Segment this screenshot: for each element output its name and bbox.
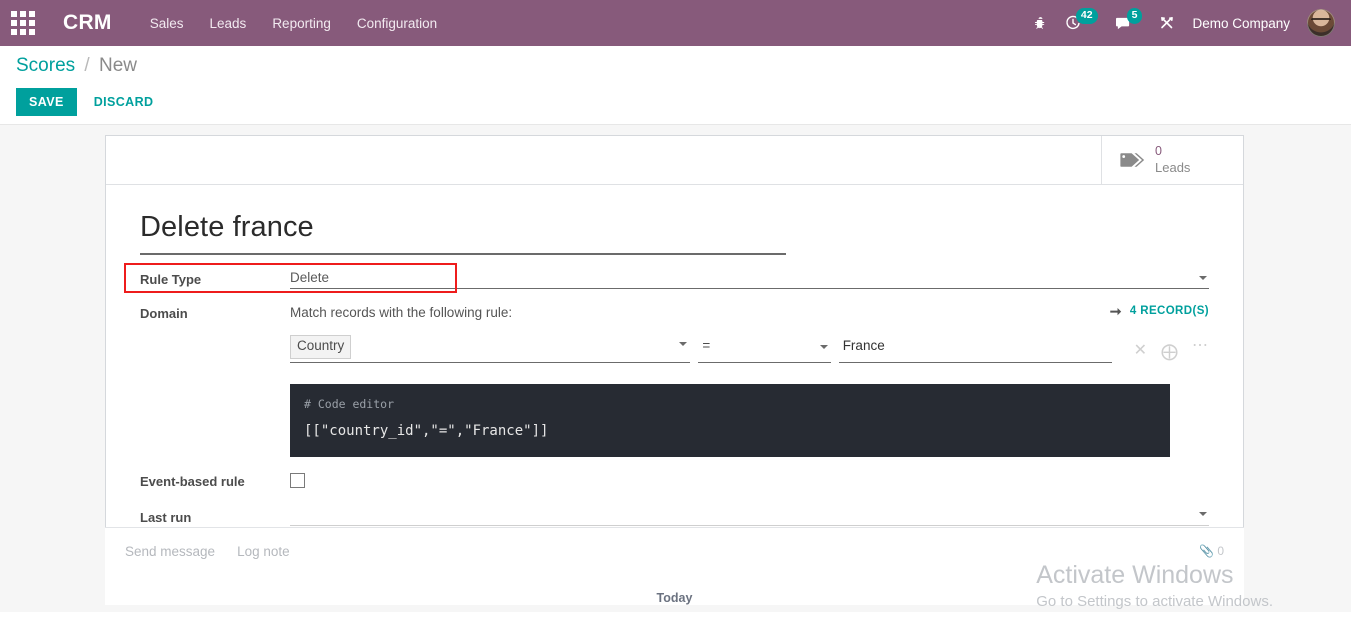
domain-record-count-link[interactable]: ➞ 4 RECORD(S) <box>1110 302 1209 318</box>
activities-count-badge: 42 <box>1075 7 1098 25</box>
domain-operator-select[interactable]: = <box>698 337 831 363</box>
apps-grid-icon <box>11 11 35 35</box>
chevron-down-icon <box>679 341 688 346</box>
top-navbar: CRM Sales Leads Reporting Configuration … <box>0 0 1351 46</box>
tag-icon <box>1120 151 1146 169</box>
field-label-rule-type: Rule Type <box>140 271 202 287</box>
domain-record-count-label: 4 RECORD(S) <box>1129 304 1209 317</box>
company-switcher[interactable]: Demo Company <box>1192 16 1290 31</box>
breadcrumb-item-scores[interactable]: Scores <box>16 55 75 76</box>
record-title[interactable]: Delete france <box>140 211 786 255</box>
menu-item-reporting[interactable]: Reporting <box>272 16 331 31</box>
domain-condition-actions: ✕ ⨁ ⋯ <box>1120 338 1209 363</box>
domain-field-select[interactable]: Country <box>290 334 691 363</box>
attachment-count: 0 <box>1217 543 1224 558</box>
stat-button-box: 0 Leads <box>106 135 1243 185</box>
navbar-right-tools: 42 5 Demo Company <box>1033 7 1341 37</box>
breadcrumb-separator: / <box>84 55 90 76</box>
app-brand-crm[interactable]: CRM <box>63 11 112 35</box>
field-label-last-run: Last run <box>140 509 192 525</box>
domain-operator-value: = <box>702 337 711 353</box>
discard-button[interactable]: DISCARD <box>86 88 162 116</box>
domain-value-input[interactable]: France <box>838 337 1112 363</box>
developer-tools-icon[interactable] <box>1159 15 1175 31</box>
event-based-rule-checkbox[interactable] <box>290 472 305 488</box>
messaging-menu[interactable]: 5 <box>1115 7 1143 31</box>
avatar[interactable] <box>1307 9 1335 37</box>
menu-item-leads[interactable]: Leads <box>210 16 247 31</box>
stat-button-leads[interactable]: 0 Leads <box>1101 135 1243 184</box>
last-run-input[interactable] <box>290 506 1209 526</box>
rule-type-value: Delete <box>290 269 330 285</box>
field-row-domain: Domain Match records with the following … <box>140 302 1209 457</box>
main-menu: Sales Leads Reporting Configuration <box>150 16 437 31</box>
plus-circle-icon[interactable]: ⨁ <box>1161 343 1178 360</box>
arrow-right-icon: ➞ <box>1109 302 1122 319</box>
chatter-day-separator: Today <box>656 590 693 605</box>
form-sheet: 0 Leads Delete france Rule Type Delete D… <box>105 134 1244 566</box>
domain-code-editor[interactable]: # Code editor [["country_id","=","France… <box>290 383 1170 457</box>
stat-value-leads: 0 <box>1155 143 1162 158</box>
form-action-buttons: SAVE DISCARD <box>16 87 1335 116</box>
send-message-button[interactable]: Send message <box>125 544 215 559</box>
domain-field-value: Country <box>290 334 352 359</box>
save-button[interactable]: SAVE <box>16 87 77 116</box>
chatter: Send message Log note 📎 0 Today <box>105 526 1244 605</box>
menu-item-sales[interactable]: Sales <box>150 16 184 31</box>
rule-type-select[interactable]: Delete <box>290 268 1209 289</box>
close-icon[interactable]: ✕ <box>1134 343 1147 359</box>
form-sheet-body: Delete france Rule Type Delete Domain Ma… <box>106 185 1243 566</box>
field-label-domain: Domain <box>140 305 188 321</box>
form-view-area: 0 Leads Delete france Rule Type Delete D… <box>0 124 1351 612</box>
domain-condition-row: Country = France ✕ ⨁ ⋯ <box>290 334 1209 363</box>
breadcrumb-item-current: New <box>98 55 137 76</box>
domain-value-text: France <box>842 337 885 353</box>
field-label-event-based-rule: Event-based rule <box>140 473 245 489</box>
domain-intro-text: Match records with the following rule: <box>290 304 513 320</box>
apps-menu-toggle[interactable] <box>0 0 46 46</box>
field-row-last-run: Last run <box>140 506 1209 526</box>
messages-count-badge: 5 <box>1126 7 1143 25</box>
attachment-counter[interactable]: 📎 0 <box>1199 544 1224 558</box>
code-editor-content: [["country_id","=","France"]] <box>304 422 549 439</box>
chevron-down-icon <box>819 344 828 349</box>
activities-menu[interactable]: 42 <box>1065 7 1098 31</box>
code-editor-comment: # Code editor <box>304 396 395 411</box>
ellipsis-icon[interactable]: ⋯ <box>1192 338 1209 354</box>
field-row-rule-type: Rule Type Delete <box>140 268 1209 289</box>
paperclip-icon: 📎 <box>1199 543 1215 558</box>
debug-bug-icon[interactable] <box>1033 16 1048 31</box>
breadcrumb: Scores / New <box>16 55 1335 77</box>
control-panel: Scores / New SAVE DISCARD <box>0 46 1351 125</box>
stat-label-leads: Leads <box>1155 159 1191 175</box>
menu-item-configuration[interactable]: Configuration <box>357 16 437 31</box>
chevron-down-icon <box>1199 275 1207 280</box>
field-row-event-based-rule: Event-based rule <box>140 470 1209 493</box>
chevron-down-icon <box>1199 511 1207 516</box>
log-note-button[interactable]: Log note <box>237 544 290 559</box>
